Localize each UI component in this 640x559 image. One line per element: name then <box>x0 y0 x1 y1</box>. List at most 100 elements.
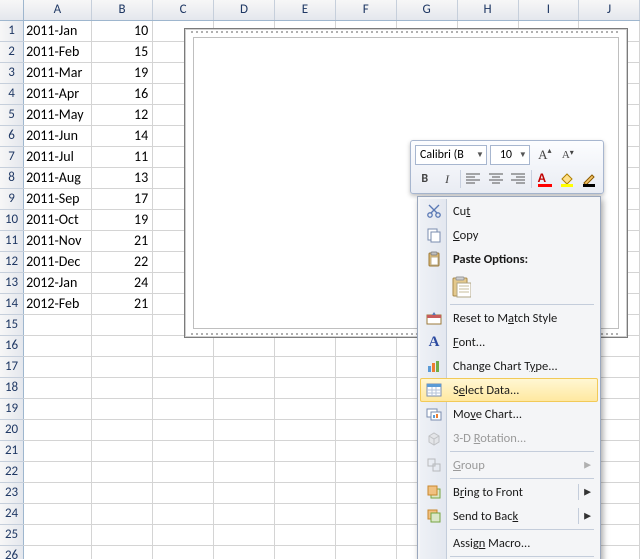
cell[interactable] <box>24 336 92 357</box>
cell[interactable] <box>24 357 92 378</box>
cell[interactable] <box>214 378 275 399</box>
col-header-i[interactable]: I <box>518 0 579 21</box>
cell[interactable] <box>214 525 275 546</box>
row-header[interactable]: 13 <box>0 273 24 294</box>
cell[interactable] <box>214 462 275 483</box>
cell[interactable] <box>275 546 336 559</box>
select-all-corner[interactable] <box>0 0 24 21</box>
cell[interactable]: 2012-Jan <box>24 273 92 294</box>
font-size-combo[interactable]: 10 ▼ <box>490 145 530 165</box>
cell[interactable] <box>24 546 92 559</box>
cell[interactable]: 19 <box>91 210 152 231</box>
row-header[interactable]: 2 <box>0 42 24 63</box>
menu-font[interactable]: A Font... <box>420 330 598 354</box>
cell[interactable] <box>335 441 396 462</box>
cell[interactable]: 17 <box>91 189 152 210</box>
row-header[interactable]: 10 <box>0 210 24 231</box>
cell[interactable] <box>91 504 152 525</box>
col-header-a[interactable]: A <box>24 0 92 21</box>
col-header-d[interactable]: D <box>214 0 275 21</box>
cell[interactable] <box>153 378 214 399</box>
cell[interactable] <box>91 399 152 420</box>
cell[interactable] <box>214 546 275 559</box>
cell[interactable] <box>153 441 214 462</box>
row-header[interactable]: 8 <box>0 168 24 189</box>
cell[interactable] <box>335 399 396 420</box>
cell[interactable] <box>275 420 336 441</box>
row-header[interactable]: 11 <box>0 231 24 252</box>
cell[interactable] <box>214 483 275 504</box>
align-left-button[interactable] <box>464 169 483 189</box>
cell[interactable]: 11 <box>91 147 152 168</box>
cell[interactable] <box>335 462 396 483</box>
cell[interactable] <box>214 420 275 441</box>
cell[interactable] <box>24 504 92 525</box>
cell[interactable] <box>153 336 214 357</box>
cell[interactable] <box>335 420 396 441</box>
col-header-h[interactable]: H <box>457 0 518 21</box>
cell[interactable]: 2011-Jun <box>24 126 92 147</box>
row-header[interactable]: 5 <box>0 105 24 126</box>
cell[interactable] <box>214 441 275 462</box>
cell[interactable] <box>24 441 92 462</box>
cell[interactable] <box>91 462 152 483</box>
align-right-button[interactable] <box>508 169 527 189</box>
cell[interactable]: 14 <box>91 126 152 147</box>
cell[interactable] <box>91 315 152 336</box>
cell[interactable] <box>24 483 92 504</box>
cell[interactable] <box>335 546 396 559</box>
row-header[interactable]: 6 <box>0 126 24 147</box>
cell[interactable] <box>24 420 92 441</box>
cell[interactable] <box>275 504 336 525</box>
fill-color-button[interactable] <box>557 169 576 189</box>
cell[interactable]: 22 <box>91 252 152 273</box>
cell[interactable]: 2012-Feb <box>24 294 92 315</box>
cell[interactable] <box>335 378 396 399</box>
row-header[interactable]: 14 <box>0 294 24 315</box>
cell[interactable] <box>91 378 152 399</box>
cell[interactable] <box>275 525 336 546</box>
cell[interactable] <box>335 483 396 504</box>
cell[interactable]: 2011-Jan <box>24 21 92 42</box>
shrink-font-button[interactable]: A▾ <box>556 145 576 165</box>
row-header[interactable]: 9 <box>0 189 24 210</box>
cell[interactable] <box>91 525 152 546</box>
cell[interactable] <box>214 504 275 525</box>
col-header-f[interactable]: F <box>335 0 396 21</box>
col-header-j[interactable]: J <box>579 0 640 21</box>
cell[interactable] <box>275 462 336 483</box>
cell[interactable]: 2011-Aug <box>24 168 92 189</box>
cell[interactable]: 2011-Apr <box>24 84 92 105</box>
cell[interactable] <box>214 399 275 420</box>
cell[interactable] <box>153 483 214 504</box>
align-center-button[interactable] <box>486 169 505 189</box>
cell[interactable] <box>24 462 92 483</box>
cell[interactable] <box>24 378 92 399</box>
cell[interactable] <box>91 483 152 504</box>
outline-color-button[interactable] <box>580 169 599 189</box>
row-header[interactable]: 3 <box>0 63 24 84</box>
cell[interactable]: 2011-Jul <box>24 147 92 168</box>
row-header[interactable]: 21 <box>0 441 24 462</box>
row-header[interactable]: 25 <box>0 525 24 546</box>
cell[interactable]: 16 <box>91 84 152 105</box>
cell[interactable] <box>275 357 336 378</box>
cell[interactable] <box>153 420 214 441</box>
cell[interactable]: 2011-Mar <box>24 63 92 84</box>
cell[interactable] <box>24 399 92 420</box>
bold-button[interactable]: B <box>415 169 434 189</box>
menu-assign-macro[interactable]: Assign Macro... <box>420 531 598 555</box>
col-header-g[interactable]: G <box>396 0 457 21</box>
row-header[interactable]: 16 <box>0 336 24 357</box>
cell[interactable]: 10 <box>91 21 152 42</box>
menu-select-data[interactable]: Select Data... <box>420 378 598 402</box>
cell[interactable] <box>24 525 92 546</box>
cell[interactable] <box>91 357 152 378</box>
row-header[interactable]: 24 <box>0 504 24 525</box>
font-name-combo[interactable]: Calibri (B ▼ <box>415 145 487 165</box>
row-header[interactable]: 22 <box>0 462 24 483</box>
menu-bring-to-front[interactable]: Bring to Front ▶ <box>420 480 598 504</box>
row-header[interactable]: 1 <box>0 21 24 42</box>
cell[interactable] <box>153 462 214 483</box>
row-header[interactable]: 20 <box>0 420 24 441</box>
